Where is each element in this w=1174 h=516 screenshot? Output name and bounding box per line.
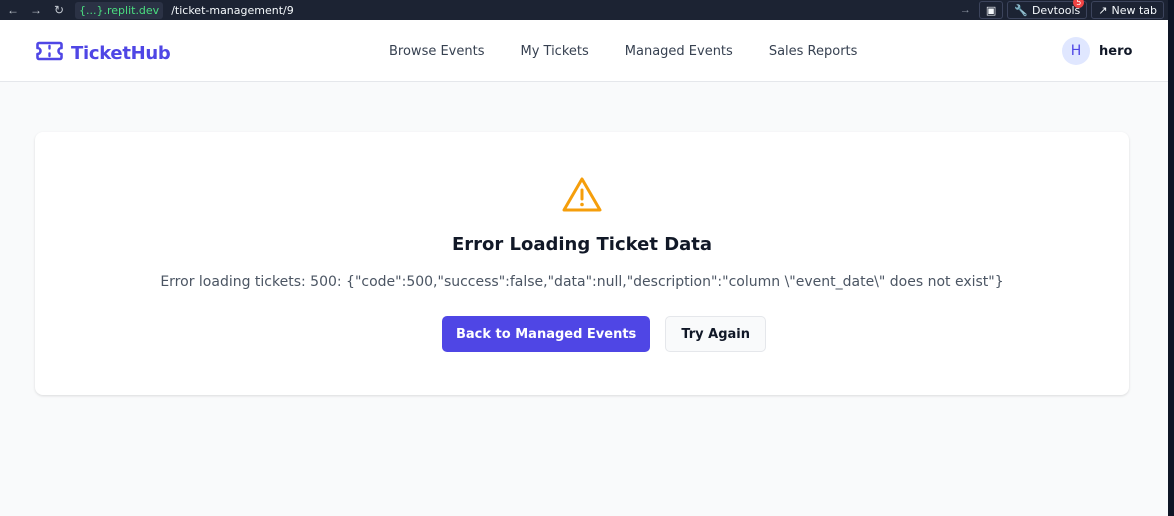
app-header: TicketHub Browse Events My Tickets Manag… xyxy=(0,20,1168,82)
url-host[interactable]: {...}.replit.dev xyxy=(75,1,164,19)
brand-logo[interactable]: TicketHub xyxy=(36,41,171,66)
avatar: H xyxy=(1062,37,1090,65)
error-card: Error Loading Ticket Data Error loading … xyxy=(35,132,1129,395)
main-nav: Browse Events My Tickets Managed Events … xyxy=(389,44,857,59)
nav-managed-events[interactable]: Managed Events xyxy=(625,44,733,59)
screen-button[interactable]: ▣ xyxy=(978,1,1004,19)
reload-icon[interactable]: ↻ xyxy=(49,0,69,20)
go-arrow-icon[interactable]: → xyxy=(960,4,971,16)
browser-toolbar: ← → ↻ {...}.replit.dev /ticket-managemen… xyxy=(0,0,1174,20)
back-icon[interactable]: ← xyxy=(3,0,23,20)
forward-icon[interactable]: → xyxy=(26,0,46,20)
page-scrollbar[interactable] xyxy=(1168,20,1174,516)
nav-my-tickets[interactable]: My Tickets xyxy=(520,44,588,59)
external-link-icon: ↗ xyxy=(1098,3,1108,17)
chrome-edge xyxy=(1168,0,1174,20)
devtools-button[interactable]: 🔧 Devtools 5 xyxy=(1007,0,1088,19)
user-menu[interactable]: H hero xyxy=(1062,37,1132,65)
error-actions: Back to Managed Events Try Again xyxy=(442,316,767,352)
new-tab-button[interactable]: ↗ New tab xyxy=(1091,1,1164,19)
devtools-badge: 5 xyxy=(1073,0,1085,8)
url-path[interactable]: /ticket-management/9 xyxy=(171,2,294,19)
brand-name: TicketHub xyxy=(71,43,171,64)
back-to-managed-events-button[interactable]: Back to Managed Events xyxy=(442,316,651,352)
error-message: Error loading tickets: 500: {"code":500,… xyxy=(160,274,1004,290)
try-again-button[interactable]: Try Again xyxy=(665,316,767,352)
monitor-icon: ▣ xyxy=(985,3,997,17)
new-tab-label: New tab xyxy=(1111,3,1157,17)
error-title: Error Loading Ticket Data xyxy=(451,234,713,255)
warning-triangle-icon xyxy=(561,176,603,219)
username: hero xyxy=(1099,43,1133,59)
nav-sales-reports[interactable]: Sales Reports xyxy=(769,44,858,59)
nav-browse-events[interactable]: Browse Events xyxy=(389,44,484,59)
wrench-icon: 🔧 xyxy=(1014,3,1028,17)
ticket-icon xyxy=(36,41,63,66)
